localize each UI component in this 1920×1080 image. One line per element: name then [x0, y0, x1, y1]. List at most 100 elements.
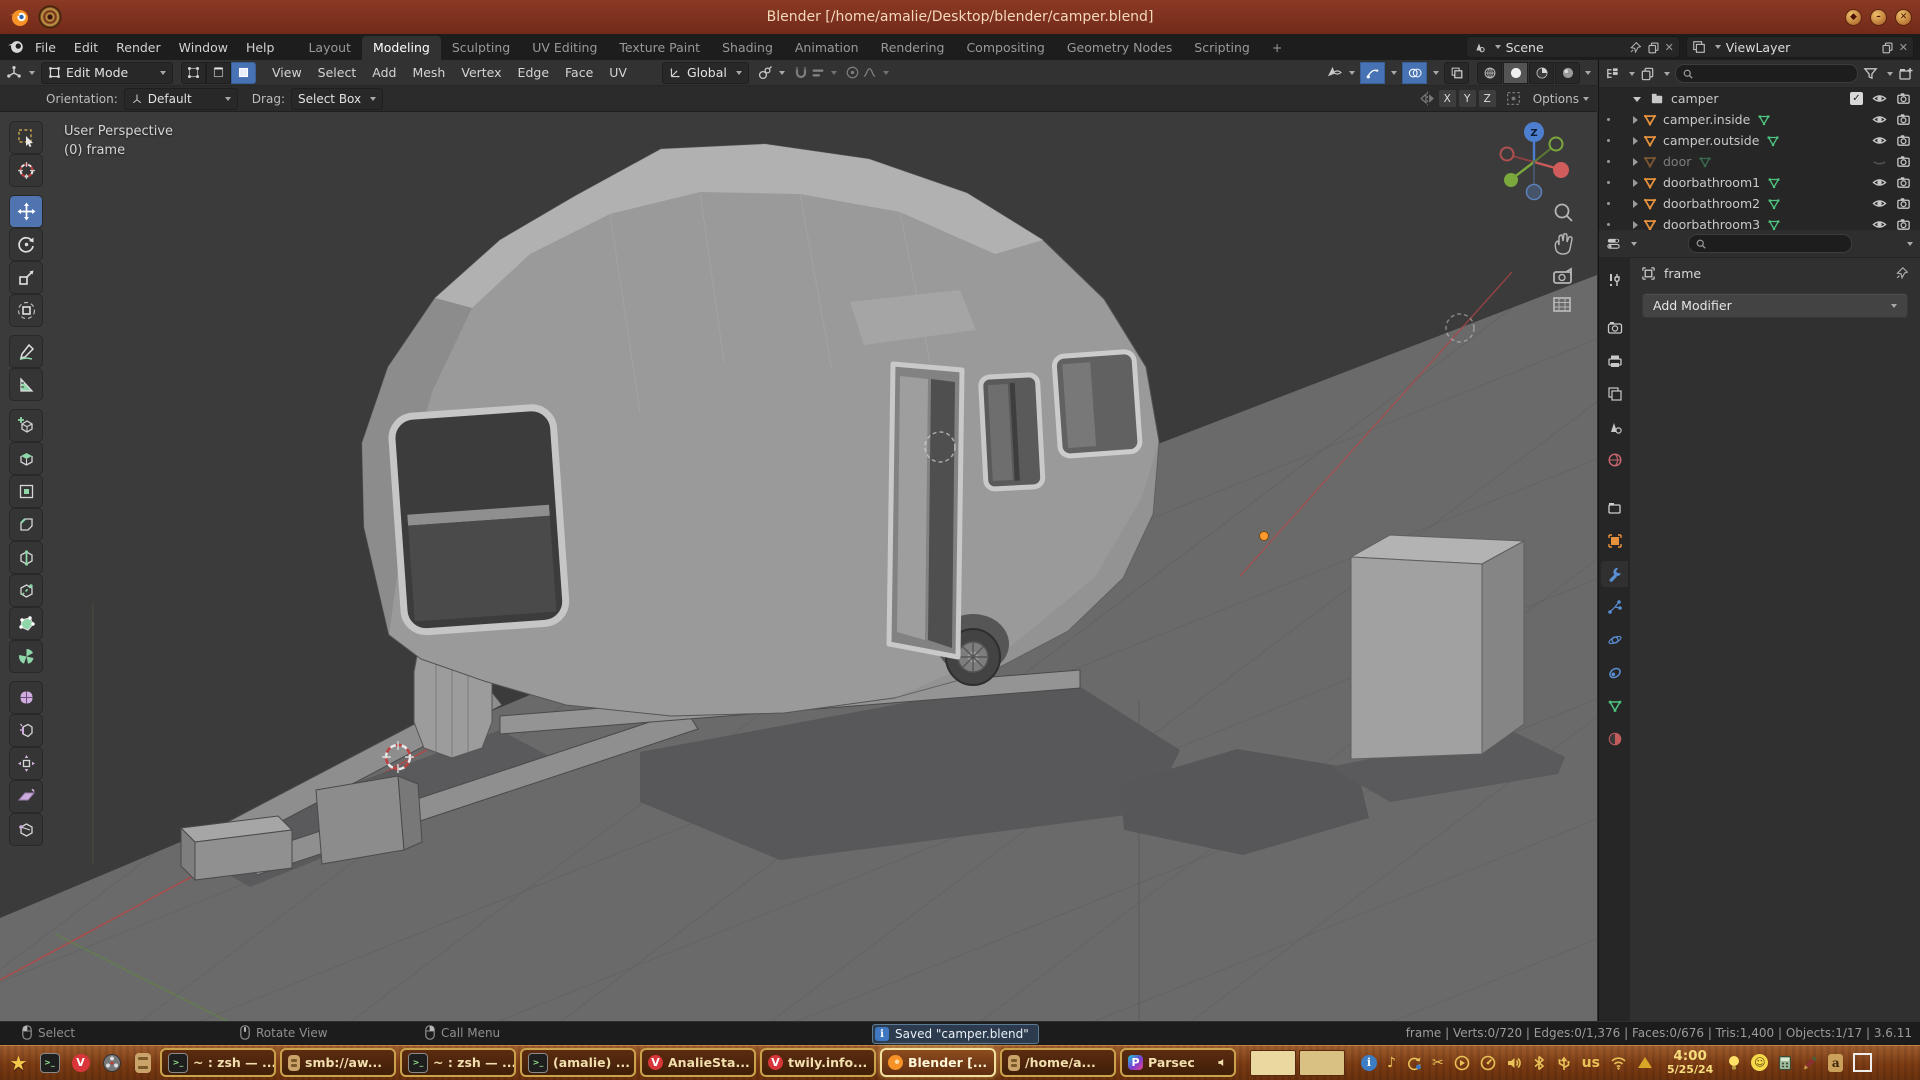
pivot-point-dropdown[interactable]: [757, 65, 785, 81]
chevron-down-icon[interactable]: [1629, 72, 1635, 76]
tool-transform[interactable]: [10, 295, 42, 326]
shading-solid-button[interactable]: [1503, 62, 1528, 84]
tab-sculpting[interactable]: Sculpting: [441, 36, 521, 60]
options-dropdown[interactable]: Options: [1533, 92, 1589, 106]
tab-object-data[interactable]: [1601, 693, 1628, 719]
expand-icon[interactable]: [1633, 158, 1638, 166]
tool-move[interactable]: [10, 196, 42, 227]
tab-world[interactable]: [1601, 447, 1628, 473]
tab-view-layer[interactable]: [1601, 381, 1628, 407]
tool-shear[interactable]: [10, 781, 42, 812]
object-visibility-dropdown[interactable]: [1326, 65, 1355, 80]
gizmo-y-axis[interactable]: [1504, 173, 1518, 187]
usb-tray-icon[interactable]: [1556, 1055, 1572, 1071]
menu-render[interactable]: Render: [107, 40, 170, 55]
file-cabinet-launcher-icon[interactable]: [130, 1050, 155, 1075]
tool-measure[interactable]: [10, 369, 42, 400]
menu-face[interactable]: Face: [557, 65, 601, 80]
updates-warning-tray-icon[interactable]: [1637, 1056, 1653, 1069]
menu-edit[interactable]: Edit: [65, 40, 107, 55]
volume-tray-icon[interactable]: [1506, 1055, 1522, 1071]
tool-add-cube[interactable]: [10, 410, 42, 441]
task-smb[interactable]: smb://aw...: [280, 1048, 396, 1077]
tab-scripting[interactable]: Scripting: [1183, 36, 1261, 60]
hidden-eye-closed-icon[interactable]: [1872, 154, 1887, 169]
disable-render-camera-icon[interactable]: [1896, 133, 1911, 148]
task-analiesta[interactable]: VAnalieSta...: [640, 1048, 756, 1077]
hide-eye-icon[interactable]: [1872, 91, 1887, 106]
tab-tool[interactable]: [1601, 267, 1628, 293]
menu-file[interactable]: File: [26, 40, 65, 55]
tool-rotate[interactable]: [10, 229, 42, 260]
side-window-1[interactable]: [980, 374, 1043, 489]
tool-knife[interactable]: [10, 575, 42, 606]
vivaldi-launcher-icon[interactable]: V: [68, 1050, 93, 1075]
idea-bulb-tray-icon[interactable]: [1727, 1055, 1741, 1071]
play-tray-icon[interactable]: [1454, 1055, 1470, 1071]
dial-tray-icon[interactable]: [1480, 1055, 1496, 1071]
add-modifier-button[interactable]: Add Modifier: [1642, 293, 1908, 318]
blender-app-icon[interactable]: [6, 38, 26, 56]
object-name[interactable]: camper.outside: [1663, 133, 1759, 148]
pin-icon[interactable]: [1895, 266, 1909, 280]
expand-icon[interactable]: [1633, 200, 1638, 208]
menu-edge[interactable]: Edge: [510, 65, 557, 80]
snapping-magnet-icon[interactable]: [793, 65, 809, 81]
properties-editor-icon[interactable]: [1606, 236, 1621, 251]
tool-rip-region[interactable]: [10, 814, 42, 845]
expand-icon[interactable]: [1633, 137, 1638, 145]
gizmo-y-neg-axis[interactable]: [1550, 138, 1563, 151]
tool-annotate[interactable]: [10, 336, 42, 367]
object-name[interactable]: doorbathroom3: [1663, 217, 1760, 230]
clipboard-scissors-tray-icon[interactable]: ✂: [1432, 1055, 1444, 1071]
chevron-down-icon[interactable]: [1664, 72, 1670, 76]
door-opening[interactable]: [889, 364, 962, 657]
bluetooth-tray-icon[interactable]: [1532, 1055, 1546, 1071]
viewlayer-name[interactable]: ViewLayer: [1726, 40, 1876, 55]
tab-compositing[interactable]: Compositing: [955, 36, 1055, 60]
outliner-row-collection[interactable]: camper ✓: [1599, 88, 1920, 109]
task-zsh-1[interactable]: >_~ : zsh — ...: [160, 1048, 276, 1077]
front-window[interactable]: [391, 406, 568, 633]
smiley-tray-icon[interactable]: ☺: [1751, 1054, 1768, 1071]
menu-uv[interactable]: UV: [601, 65, 635, 80]
hide-eye-icon[interactable]: [1872, 133, 1887, 148]
menu-select[interactable]: Select: [310, 65, 365, 80]
tool-smooth[interactable]: [10, 682, 42, 713]
dictionary-tray-icon[interactable]: a: [1828, 1054, 1843, 1072]
tool-loop-cut[interactable]: [10, 542, 42, 573]
tab-collection-properties[interactable]: [1601, 495, 1628, 521]
menu-star-icon[interactable]: ★: [6, 1050, 31, 1075]
show-gizmo-button[interactable]: [1360, 62, 1385, 84]
outliner-row-object[interactable]: camper.inside: [1599, 109, 1920, 130]
object-name[interactable]: doorbathroom2: [1663, 196, 1760, 211]
filter-icon[interactable]: [1863, 66, 1878, 81]
tool-extrude-region[interactable]: [10, 443, 42, 474]
tab-output[interactable]: [1601, 348, 1628, 374]
tab-geometry-nodes[interactable]: Geometry Nodes: [1056, 36, 1183, 60]
tool-poly-build[interactable]: [10, 608, 42, 639]
object-name[interactable]: doorbathroom1: [1663, 175, 1760, 190]
mirror-z-button[interactable]: Z: [1479, 90, 1496, 107]
add-workspace-button[interactable]: +: [1261, 36, 1293, 60]
new-collection-icon[interactable]: [1898, 66, 1914, 82]
hide-eye-icon[interactable]: [1872, 196, 1887, 211]
snap-base-icon[interactable]: [1505, 90, 1522, 107]
window-close-button[interactable]: ✕: [1895, 9, 1912, 26]
viewport-canvas[interactable]: Z: [0, 112, 1597, 1021]
menu-help[interactable]: Help: [237, 40, 284, 55]
shading-rendered-button[interactable]: [1555, 62, 1580, 84]
keyboard-layout-indicator[interactable]: us: [1582, 1055, 1600, 1071]
shading-wireframe-button[interactable]: [1477, 62, 1502, 84]
new-viewlayer-icon[interactable]: [1881, 41, 1894, 54]
tab-physics[interactable]: [1601, 627, 1628, 653]
tab-texture-paint[interactable]: Texture Paint: [608, 36, 711, 60]
tab-scene[interactable]: [1601, 414, 1628, 440]
gizmo-x-axis[interactable]: [1553, 162, 1569, 178]
collapse-icon[interactable]: [1633, 97, 1641, 102]
orientation-default-dropdown[interactable]: Default: [124, 88, 238, 110]
clock[interactable]: 4:00 5/25/24: [1667, 1050, 1713, 1076]
editor-type-button[interactable]: [6, 65, 35, 81]
properties-search-input[interactable]: [1688, 234, 1852, 253]
object-name[interactable]: camper.inside: [1663, 112, 1750, 127]
